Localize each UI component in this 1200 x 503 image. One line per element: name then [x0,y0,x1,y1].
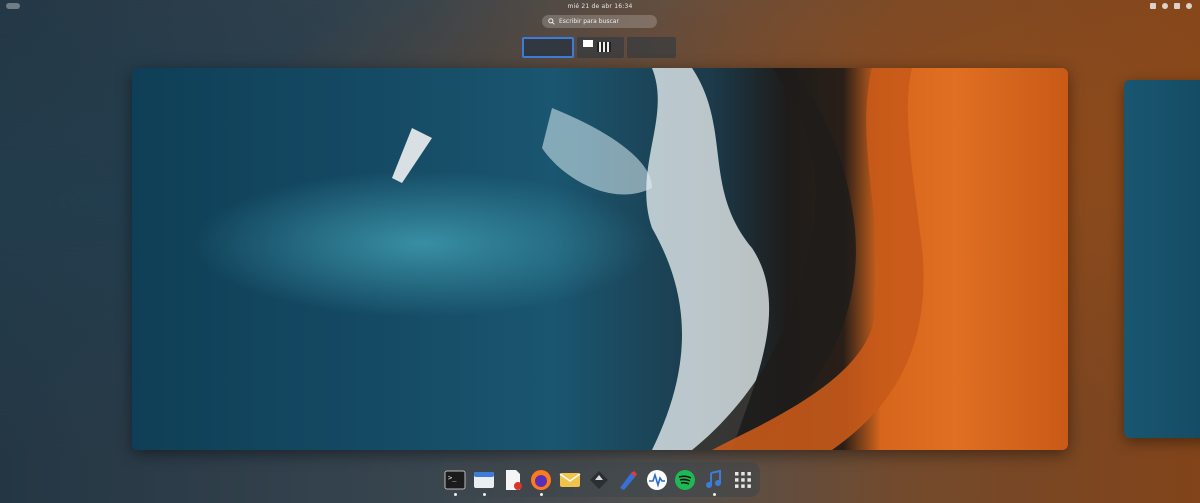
running-indicator [454,493,457,496]
mail-icon [559,472,581,487]
file-manager-icon [473,471,494,488]
window-thumbnail [583,40,593,47]
dock-app-spotify[interactable] [674,467,698,492]
search-icon [548,18,555,25]
running-indicator [713,493,717,496]
monitor-icon [646,469,667,490]
dock-app-inkscape[interactable] [587,467,611,492]
wallpaper-image [392,68,924,450]
next-workspace-peek[interactable] [1124,80,1200,438]
firefox-icon [531,469,552,490]
dock-app-mail[interactable] [558,467,582,492]
search-input[interactable]: Escribir para buscar [542,15,657,28]
workspace-thumbnail-2[interactable] [577,37,624,58]
dock-app-terminal[interactable]: >_ [443,467,467,496]
dock-app-files[interactable] [472,467,496,496]
dock-app-foliate[interactable] [616,467,640,492]
workspace-thumbnail-1[interactable] [522,37,574,58]
dock-app-text-editor[interactable] [501,467,525,492]
app-grid-icon [735,471,751,488]
dock-app-system-monitor[interactable] [645,467,669,492]
window-thumbnail [597,42,611,52]
text-editor-icon [505,469,522,490]
workspace-preview-wallpaper[interactable] [132,68,1068,450]
svg-text:>_: >_ [448,474,457,482]
power-icon [1186,3,1192,9]
dash-dock: >_ [438,462,760,497]
search-placeholder: Escribir para buscar [559,18,619,25]
running-indicator [540,493,544,496]
screen-icon [1150,3,1156,9]
workspace-thumbnail-3[interactable] [627,37,676,58]
inkscape-icon [589,470,608,489]
running-indicator [482,493,486,496]
dock-app-grid[interactable] [731,467,755,492]
clock[interactable]: mié 21 de abr 16:34 [0,3,1200,10]
music-icon [706,469,722,488]
system-tray[interactable] [1150,3,1192,9]
spotify-icon [675,469,696,490]
accessibility-icon [1162,3,1168,9]
dock-app-music[interactable] [702,467,726,496]
top-bar: mié 21 de abr 16:34 [0,0,1200,14]
network-icon [1174,3,1180,9]
terminal-icon: >_ [444,470,466,489]
dock-app-firefox[interactable] [529,467,553,496]
pen-icon [619,470,637,490]
